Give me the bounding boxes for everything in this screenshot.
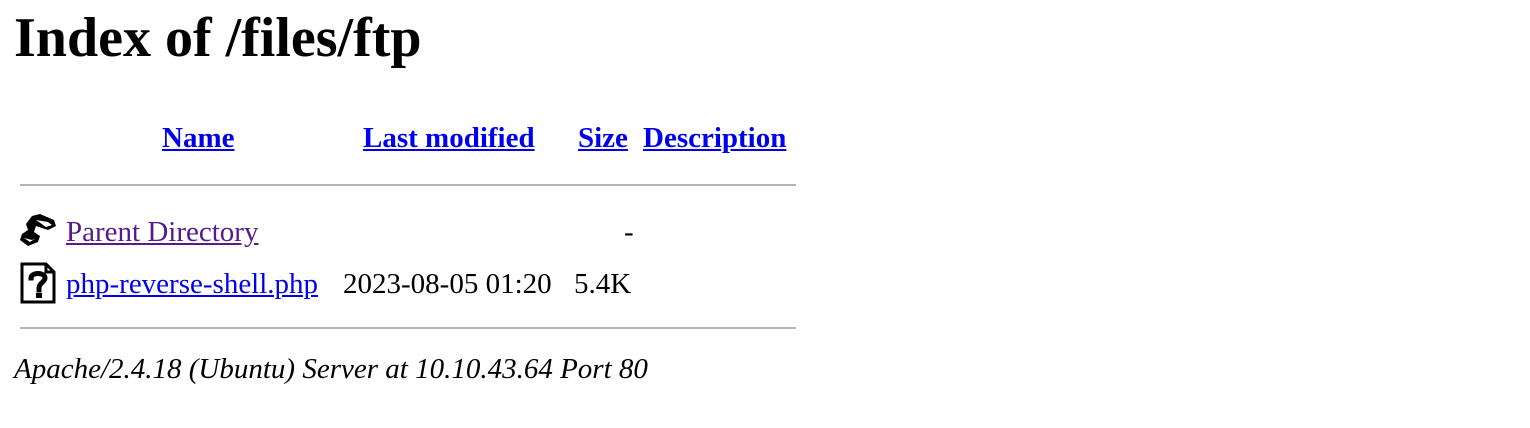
footer-divider: [20, 327, 796, 329]
unknown-file-icon: [18, 262, 60, 304]
file-link[interactable]: php-reverse-shell.php: [66, 266, 318, 302]
table-row: Parent Directory -: [14, 212, 814, 256]
sort-by-size-link[interactable]: Size: [578, 120, 628, 156]
size-cell: 5.4K: [574, 268, 632, 300]
parent-directory-link[interactable]: Parent Directory: [66, 214, 258, 250]
sort-by-description-link[interactable]: Description: [643, 120, 786, 156]
size-cell: -: [624, 216, 634, 248]
page-title: Index of /files/ftp: [14, 7, 422, 69]
table-row: php-reverse-shell.php 2023-08-05 01:20 5…: [14, 262, 814, 306]
header-divider: [20, 184, 796, 186]
back-arrow-icon: [18, 212, 60, 252]
directory-listing: Name Last modified Size Description Pare…: [14, 108, 814, 348]
last-modified-cell: 2023-08-05 01:20: [343, 268, 552, 300]
sort-by-name-link[interactable]: Name: [162, 120, 234, 156]
sort-by-last-modified-link[interactable]: Last modified: [363, 120, 535, 156]
server-signature: Apache/2.4.18 (Ubuntu) Server at 10.10.4…: [14, 353, 648, 385]
